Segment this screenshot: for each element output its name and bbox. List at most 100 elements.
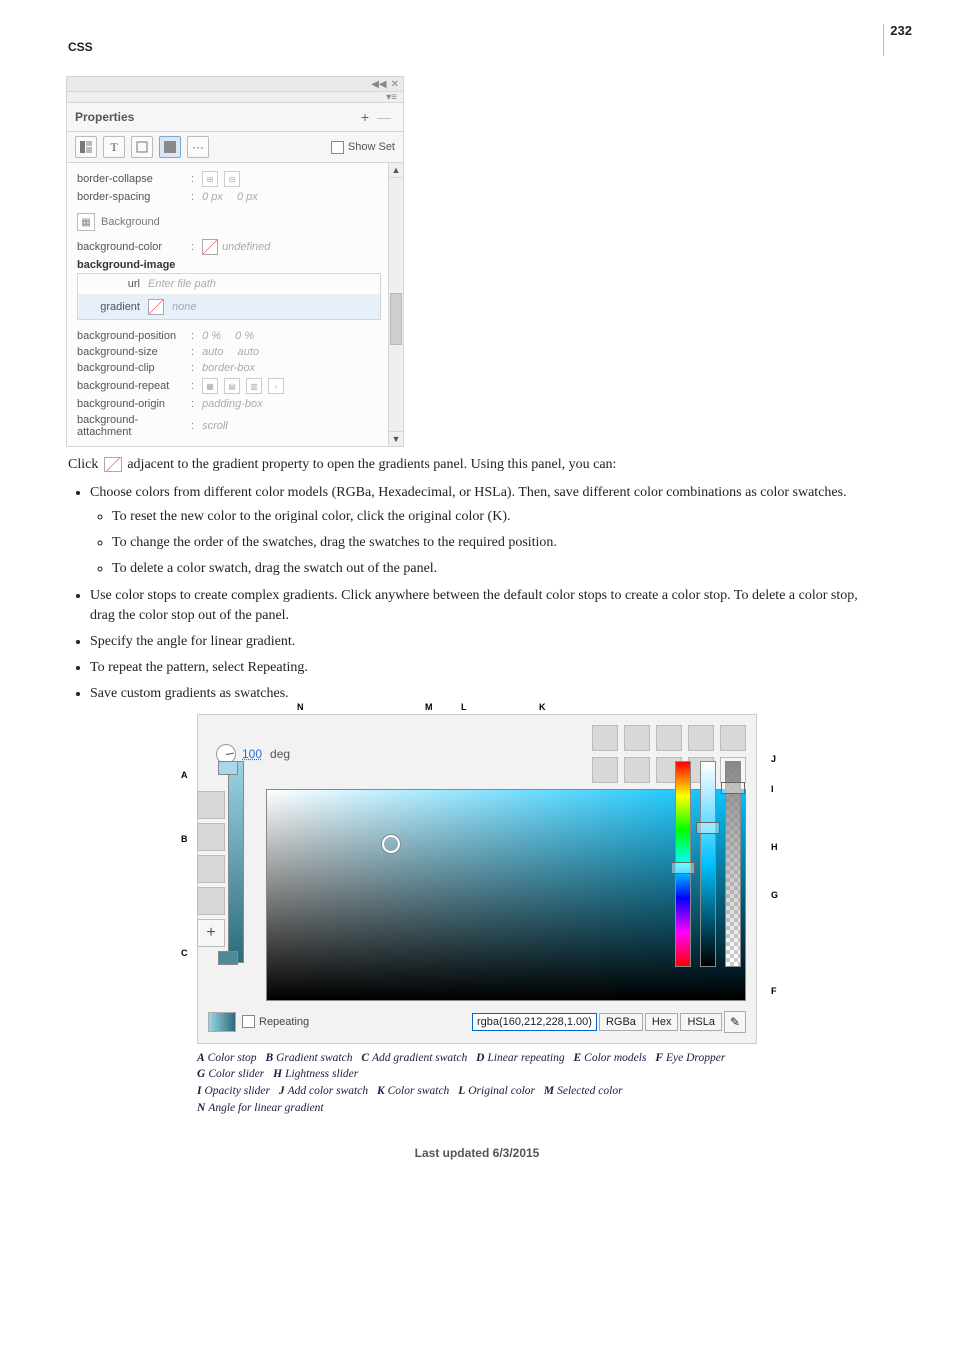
angle-value[interactable]: 100 [242, 747, 262, 761]
gradient-icon-inline [104, 457, 122, 472]
prop-value[interactable]: auto [202, 346, 223, 358]
list-item: Specify the angle for linear gradient. [90, 632, 886, 652]
prop-background-image: background-image [77, 257, 395, 273]
hue-slider[interactable] [675, 761, 691, 967]
color-field[interactable] [266, 789, 746, 1001]
gradient-swatch[interactable] [197, 791, 225, 819]
prop-label: border-collapse [77, 173, 187, 185]
prop-background-size[interactable]: background-size : auto auto [77, 344, 395, 360]
prop-value[interactable]: 0 px [237, 191, 258, 203]
background-section-icon: ▦ [77, 213, 95, 231]
prop-value[interactable]: undefined [222, 241, 270, 253]
prop-value[interactable]: scroll [202, 420, 228, 432]
prop-background-clip[interactable]: background-clip : border-box [77, 360, 395, 376]
add-gradient-swatch-button[interactable]: + [197, 919, 225, 947]
color-model-hsla-button[interactable]: HSLa [680, 1013, 722, 1031]
prop-border-spacing[interactable]: border-spacing : 0 px 0 px [77, 189, 395, 205]
lightness-slider[interactable] [700, 761, 716, 967]
repeat-opt-icon[interactable]: ▦ [202, 378, 218, 394]
prop-label: background-size [77, 346, 187, 358]
color-swatch[interactable] [720, 725, 746, 751]
callout-L: L [461, 702, 467, 712]
gradient-value[interactable]: none [172, 301, 372, 313]
prop-label: background-attachment [77, 414, 187, 438]
gradient-swatch[interactable] [197, 887, 225, 915]
gradient-swatch-rail: + [198, 761, 224, 947]
prop-background-origin[interactable]: background-origin : padding-box [77, 396, 395, 412]
gradient-editor-figure: A B C D E F G H I J K L M N 100 deg [197, 714, 757, 1117]
color-model-hex-button[interactable]: Hex [645, 1013, 679, 1031]
panel-tabbar: ◀◀ ✕ [67, 77, 403, 92]
add-property-button[interactable]: + [357, 109, 373, 125]
layout-category-button[interactable] [75, 136, 97, 158]
prop-value[interactable]: 0 % [235, 330, 254, 342]
border-category-button[interactable] [131, 136, 153, 158]
more-category-button[interactable]: ··· [187, 136, 209, 158]
eyedropper-button[interactable]: ✎ [724, 1011, 746, 1033]
color-stop-top[interactable] [218, 761, 238, 775]
bg-image-gradient-row[interactable]: gradient none [78, 295, 380, 319]
repeat-opt-icon[interactable]: ▥ [246, 378, 262, 394]
panel-title: Properties [75, 110, 134, 124]
repeat-opt-icon[interactable]: ▤ [224, 378, 240, 394]
panel-collapse-icon[interactable]: ◀◀ [371, 79, 386, 90]
prop-border-collapse[interactable]: border-collapse : ⊞ ⊟ [77, 169, 395, 189]
background-section-header: ▦ Background [77, 213, 395, 231]
prop-background-attachment[interactable]: background-attachment : scroll [77, 412, 395, 440]
scroll-down-icon[interactable]: ▼ [389, 431, 403, 446]
prop-background-color[interactable]: background-color : undefined [77, 237, 395, 257]
css-designer-panel: ◀◀ ✕ ▾≡ Properties + — T ··· Show Set ▲ … [66, 76, 404, 447]
bg-image-url-row[interactable]: url Enter file path [78, 274, 380, 295]
prop-label: background-color [77, 241, 187, 253]
prop-value[interactable]: 0 % [202, 330, 221, 342]
remove-property-button[interactable]: — [373, 109, 395, 125]
text: Click [68, 457, 102, 472]
color-stop-bottom[interactable] [218, 951, 238, 965]
collapse-opt2-icon[interactable]: ⊟ [224, 171, 240, 187]
footer-updated: Last updated 6/3/2015 [68, 1146, 886, 1160]
repeat-opt-icon[interactable]: ▫ [268, 378, 284, 394]
panel-menu-icon[interactable]: ▾≡ [386, 92, 397, 103]
prop-value[interactable]: padding-box [202, 398, 263, 410]
panel-close-icon[interactable]: ✕ [391, 79, 399, 90]
color-value-input[interactable]: rgba(160,212,228,1.00) [472, 1013, 597, 1031]
background-category-button[interactable] [159, 136, 181, 158]
prop-value[interactable]: 0 px [202, 191, 223, 203]
slider-handle[interactable] [696, 822, 720, 834]
color-model-rgba-button[interactable]: RGBa [599, 1013, 643, 1031]
color-picker-marker[interactable] [382, 835, 400, 853]
callout-N: N [297, 702, 304, 712]
slider-handle[interactable] [671, 862, 695, 874]
prop-background-repeat[interactable]: background-repeat : ▦ ▤ ▥ ▫ [77, 376, 395, 396]
slider-handle[interactable] [721, 782, 745, 794]
url-input[interactable]: Enter file path [148, 278, 372, 290]
color-swatch[interactable] [624, 757, 650, 783]
list-item: Choose colors from different color model… [90, 485, 847, 500]
prop-background-position[interactable]: background-position : 0 % 0 % [77, 328, 395, 344]
scroll-thumb[interactable] [390, 293, 402, 345]
prop-value[interactable]: border-box [202, 362, 255, 374]
color-swatch[interactable] [688, 725, 714, 751]
prop-label: background-clip [77, 362, 187, 374]
list-item: To change the order of the swatches, dra… [112, 533, 886, 553]
text-category-button[interactable]: T [103, 136, 125, 158]
show-set-checkbox[interactable]: Show Set [331, 141, 395, 154]
opacity-slider[interactable] [725, 761, 741, 967]
scroll-up-icon[interactable]: ▲ [389, 163, 403, 178]
color-swatch-icon[interactable] [202, 239, 218, 255]
gradient-swatch-icon[interactable] [148, 299, 164, 315]
gradient-swatch[interactable] [197, 823, 225, 851]
repeating-label: Repeating [259, 1016, 309, 1028]
prop-value[interactable]: auto [238, 346, 259, 358]
color-swatch[interactable] [592, 725, 618, 751]
collapse-opt1-icon[interactable]: ⊞ [202, 171, 218, 187]
callout-B: B [181, 834, 188, 844]
repeating-checkbox[interactable]: Repeating [242, 1015, 309, 1028]
color-swatch[interactable] [656, 725, 682, 751]
gradient-swatch[interactable] [197, 855, 225, 883]
gradient-bar[interactable] [228, 761, 244, 963]
list-item: Use color stops to create complex gradie… [90, 586, 886, 626]
color-swatch[interactable] [592, 757, 618, 783]
color-swatch[interactable] [624, 725, 650, 751]
scrollbar[interactable]: ▲ ▼ [388, 163, 403, 446]
